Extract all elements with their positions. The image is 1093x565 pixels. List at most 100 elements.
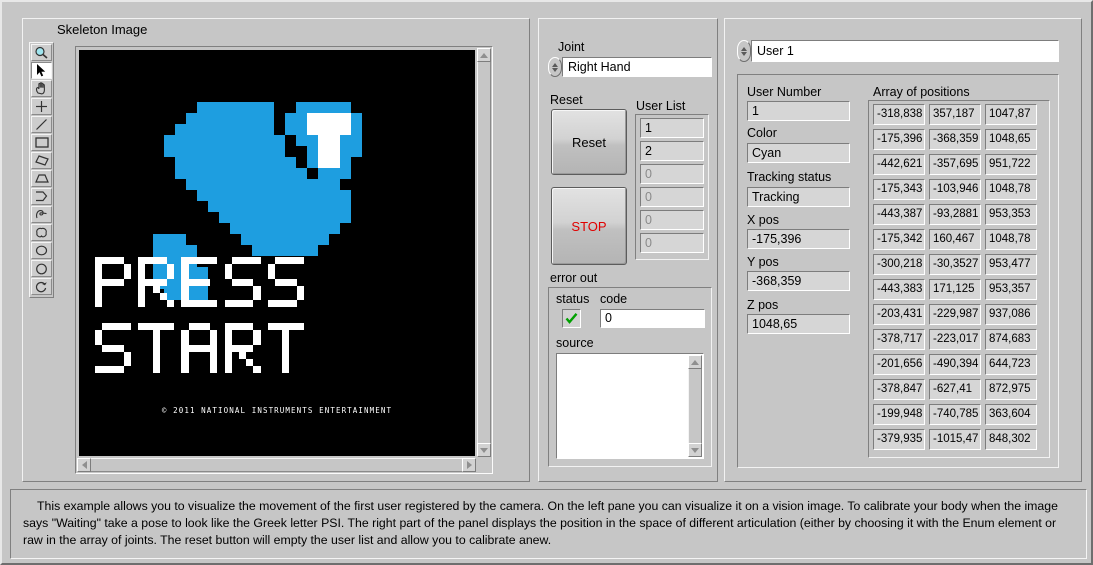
position-cell[interactable]: 363,604	[985, 404, 1037, 425]
position-cell[interactable]: -357,695	[929, 154, 981, 175]
position-cell[interactable]: 1048,78	[985, 229, 1037, 250]
source-scroll-up-button[interactable]	[688, 355, 702, 369]
position-cell[interactable]: 1048,65	[985, 129, 1037, 150]
position-cell[interactable]: 953,357	[985, 279, 1037, 300]
scroll-down-button[interactable]	[477, 443, 491, 457]
position-cell[interactable]: 644,723	[985, 354, 1037, 375]
y-pos-label: Y pos	[747, 255, 779, 269]
tracking-status-label: Tracking status	[747, 170, 832, 184]
position-cell[interactable]: -201,656	[873, 354, 925, 375]
source-vertical-scrollbar[interactable]	[688, 355, 702, 457]
position-cell[interactable]: -740,785	[929, 404, 981, 425]
scroll-right-button[interactable]	[462, 458, 476, 472]
user-increment-decrement[interactable]	[737, 40, 751, 62]
joint-label: Joint	[558, 40, 585, 54]
copyright-text: © 2011 NATIONAL INSTRUMENTS ENTERTAINMEN…	[161, 406, 393, 415]
annulus-tool[interactable]	[31, 224, 52, 241]
color-value: Cyan	[747, 143, 850, 163]
position-cell[interactable]: -30,3527	[929, 254, 981, 275]
user-select-control[interactable]: User 1	[737, 40, 1059, 62]
position-cell[interactable]: 953,477	[985, 254, 1037, 275]
position-cell[interactable]: -199,948	[873, 404, 925, 425]
position-cell[interactable]: -443,387	[873, 204, 925, 225]
position-cell[interactable]: -175,396	[873, 129, 925, 150]
freehand-tool[interactable]	[31, 206, 52, 223]
position-cell[interactable]: -443,383	[873, 279, 925, 300]
code-label: code	[600, 292, 628, 306]
source-scroll-down-button[interactable]	[688, 443, 702, 457]
position-cell[interactable]: -379,935	[873, 429, 925, 450]
labview-front-panel: Skeleton Image © 2011 NATIONAL INSTRUMEN…	[0, 0, 1093, 565]
position-cell[interactable]: 951,722	[985, 154, 1037, 175]
pan-hand-tool[interactable]	[31, 80, 52, 97]
position-cell[interactable]: -442,621	[873, 154, 925, 175]
position-cell[interactable]: 872,975	[985, 379, 1037, 400]
position-cell[interactable]: 874,683	[985, 329, 1037, 350]
polygon-tool[interactable]	[31, 170, 52, 187]
joint-value[interactable]: Right Hand	[562, 57, 712, 77]
user-list-cell[interactable]: 0	[640, 210, 704, 230]
point-tool[interactable]	[31, 98, 52, 115]
position-cell[interactable]: -368,359	[929, 129, 981, 150]
position-cell[interactable]: -229,987	[929, 304, 981, 325]
position-cell[interactable]: -93,2881	[929, 204, 981, 225]
position-cell[interactable]: 171,125	[929, 279, 981, 300]
check-mark-icon	[565, 313, 578, 324]
error-out-label: error out	[550, 271, 598, 285]
position-cell[interactable]: -490,394	[929, 354, 981, 375]
joint-enum-control[interactable]: Right Hand	[548, 57, 712, 77]
joint-increment-decrement[interactable]	[548, 57, 562, 77]
broken-line-tool[interactable]	[31, 188, 52, 205]
user-list-cell[interactable]: 2	[640, 141, 704, 161]
status-led	[562, 309, 581, 328]
tracking-status-value: Tracking	[747, 187, 850, 207]
press-start-graphic	[79, 50, 475, 456]
description-panel: This example allows you to visualize the…	[10, 489, 1087, 559]
scroll-up-button[interactable]	[477, 48, 491, 62]
position-cell[interactable]: -300,218	[873, 254, 925, 275]
user-list-cell[interactable]: 0	[640, 187, 704, 207]
position-cell[interactable]: -175,342	[873, 229, 925, 250]
vision-toolbar[interactable]	[29, 42, 54, 298]
reset-button[interactable]: Reset	[551, 109, 627, 175]
zoom-tool[interactable]	[31, 44, 52, 61]
rectangle-tool[interactable]	[31, 134, 52, 151]
position-cell[interactable]: -378,717	[873, 329, 925, 350]
position-cell[interactable]: -103,946	[929, 179, 981, 200]
user-select-value[interactable]: User 1	[751, 40, 1059, 62]
user-list-cell[interactable]: 1	[640, 118, 704, 138]
rotated-rectangle-tool[interactable]	[31, 152, 52, 169]
position-cell[interactable]: -627,41	[929, 379, 981, 400]
skeleton-image-title: Skeleton Image	[57, 22, 148, 37]
description-text: This example allows you to visualize the…	[23, 499, 1058, 547]
position-cell[interactable]: 160,467	[929, 229, 981, 250]
vision-image-display[interactable]: © 2011 NATIONAL INSTRUMENTS ENTERTAINMEN…	[75, 46, 493, 474]
position-cell[interactable]: 1047,87	[985, 104, 1037, 125]
position-cell[interactable]: 937,086	[985, 304, 1037, 325]
position-cell[interactable]: -318,838	[873, 104, 925, 125]
error-source-box[interactable]	[556, 353, 704, 459]
user-list-cell[interactable]: 0	[640, 164, 704, 184]
position-cell[interactable]: -1015,47	[929, 429, 981, 450]
error-code-value: 0	[600, 309, 705, 328]
user-list-cell[interactable]: 0	[640, 233, 704, 253]
line-tool[interactable]	[31, 116, 52, 133]
circle-tool[interactable]	[31, 260, 52, 277]
position-cell[interactable]: 357,187	[929, 104, 981, 125]
rotate-tool[interactable]	[31, 278, 52, 295]
oval-tool[interactable]	[31, 242, 52, 259]
position-cell[interactable]: -203,431	[873, 304, 925, 325]
position-cell[interactable]: 953,353	[985, 204, 1037, 225]
image-horizontal-scrollbar[interactable]	[77, 458, 476, 472]
image-vertical-scrollbar[interactable]	[477, 48, 491, 457]
position-cell[interactable]: -175,343	[873, 179, 925, 200]
stop-button[interactable]: STOP	[551, 187, 627, 265]
position-cell[interactable]: 1048,78	[985, 179, 1037, 200]
position-cell[interactable]: -223,017	[929, 329, 981, 350]
selection-arrow-tool[interactable]	[31, 62, 52, 79]
x-pos-label: X pos	[747, 213, 779, 227]
scroll-left-button[interactable]	[77, 458, 91, 472]
position-cell[interactable]: -378,847	[873, 379, 925, 400]
position-cell[interactable]: 848,302	[985, 429, 1037, 450]
y-pos-value: -368,359	[747, 271, 850, 291]
